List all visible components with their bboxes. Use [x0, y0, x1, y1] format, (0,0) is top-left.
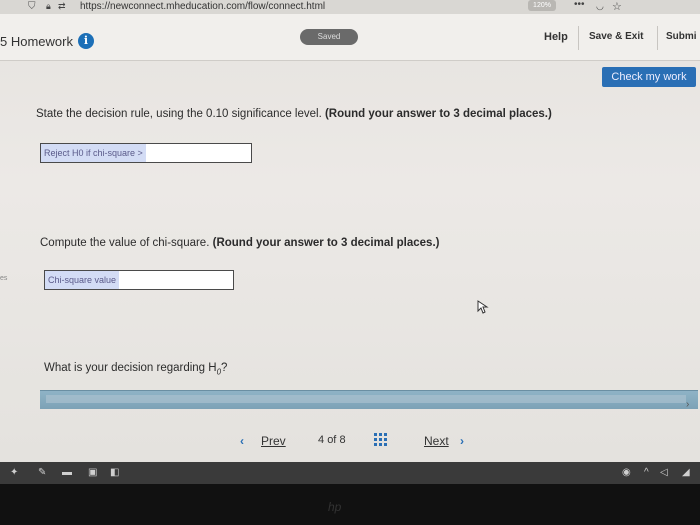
network-icon[interactable]: ◢ [682, 467, 690, 478]
chevron-right-icon[interactable]: › [686, 399, 689, 410]
rounding-instruction: (Round your answer to 3 decimal places.) [324, 108, 552, 120]
rounding-instruction: (Round your answer to 3 decimal places.) [212, 237, 440, 249]
help-button[interactable]: Help [544, 31, 568, 43]
decision-dropdown[interactable] [40, 390, 698, 409]
bookmark-star-icon[interactable]: ☆ [612, 0, 622, 13]
page-of: of [327, 434, 337, 446]
chi-square-value-field[interactable]: Chi-square value [44, 270, 234, 290]
page-indicator: 4 of 8 [318, 434, 346, 446]
side-tab[interactable]: es [0, 275, 7, 282]
taskbar [0, 462, 700, 484]
lock-icon[interactable]: 🔒︎ [46, 1, 51, 12]
browser-icon[interactable]: ◧ [110, 467, 119, 478]
url-text[interactable]: https://newconnect.mheducation.com/flow/… [80, 1, 325, 12]
mouse-cursor-icon [477, 300, 489, 314]
info-icon[interactable]: i [78, 33, 94, 49]
chevron-up-icon[interactable]: ^ [644, 467, 649, 478]
url-bar[interactable]: ⛉ 🔒︎ ⇄ https://newconnect.mheducation.co… [0, 0, 700, 15]
total-pages: 8 [339, 434, 346, 446]
chrome-icon[interactable]: ◉ [622, 467, 631, 478]
grid-icon[interactable] [374, 433, 388, 447]
folder-icon[interactable]: ▬ [62, 467, 72, 478]
assignment-title: 5 Homework [0, 34, 73, 49]
chevron-right-icon[interactable]: › [460, 434, 464, 448]
reject-h0-field[interactable]: Reject H0 if chi-square > [40, 143, 252, 163]
assignment-header: 5 Homework i Saved Help Save & Exit Subm… [0, 14, 700, 61]
app-icon[interactable]: ▣ [88, 467, 97, 478]
page-actions-icon[interactable]: ••• [574, 0, 585, 10]
question-decision-h0: What is your decision regarding H0? [44, 362, 227, 376]
question-mark: ? [221, 362, 228, 374]
app-icon[interactable]: ✎ [38, 467, 46, 478]
current-page: 4 [318, 434, 325, 446]
prev-button[interactable]: Prev [261, 434, 286, 448]
start-icon[interactable]: ✦ [10, 467, 18, 478]
saved-status-badge: Saved [300, 29, 358, 45]
screen: ⛉ 🔒︎ ⇄ https://newconnect.mheducation.co… [0, 0, 700, 462]
question-decision-rule: State the decision rule, using the 0.10 … [36, 108, 552, 120]
volume-icon[interactable]: ◁ [660, 467, 668, 478]
submit-button[interactable]: Submi [666, 31, 697, 42]
check-my-work-button[interactable]: Check my work [602, 67, 696, 87]
question-text: What is your decision regarding H [44, 362, 217, 374]
question-chi-square: Compute the value of chi-square. (Round … [40, 237, 439, 249]
permissions-icon[interactable]: ⇄ [58, 1, 66, 12]
hp-logo-icon: hp [328, 500, 342, 514]
chevron-left-icon[interactable]: ‹ [240, 434, 244, 448]
dropdown-track [46, 395, 686, 403]
laptop-bezel [0, 484, 700, 525]
question-text: Compute the value of chi-square. [40, 237, 210, 249]
zoom-badge[interactable]: 120% [528, 0, 556, 11]
question-text: State the decision rule, using the 0.10 … [36, 108, 322, 120]
divider [578, 26, 579, 50]
field-label: Reject H0 if chi-square > [41, 144, 146, 162]
next-button[interactable]: Next [424, 434, 449, 448]
field-label: Chi-square value [45, 271, 120, 289]
divider [657, 26, 658, 50]
shield-icon[interactable]: ⛉ [28, 1, 36, 12]
save-exit-button[interactable]: Save & Exit [589, 31, 643, 42]
pocket-icon[interactable]: ◡ [596, 1, 604, 12]
